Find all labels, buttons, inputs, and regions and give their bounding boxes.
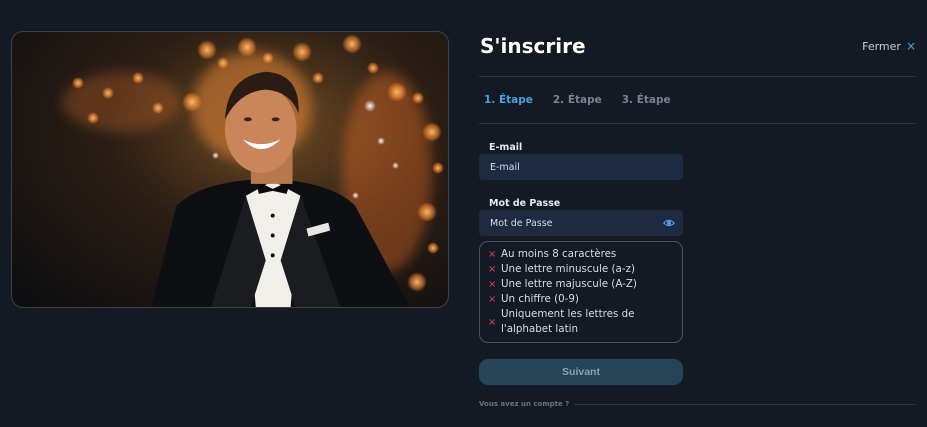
rule-text: Une lettre minuscule (a-z) bbox=[501, 263, 635, 275]
man-in-tuxedo-illustration bbox=[151, 71, 410, 307]
close-button[interactable]: Fermer × bbox=[862, 39, 916, 53]
rule-text: Un chiffre (0-9) bbox=[501, 293, 579, 305]
rule-fail-icon: × bbox=[488, 279, 497, 290]
rule-item: × Au moins 8 caractères bbox=[488, 247, 674, 262]
rule-text: Une lettre majuscule (A-Z) bbox=[501, 278, 637, 290]
rule-item: × Un chiffre (0-9) bbox=[488, 292, 674, 307]
password-requirements: × Au moins 8 caractères × Une lettre min… bbox=[479, 241, 683, 343]
hero-image bbox=[11, 31, 449, 308]
step-tabs: 1. Étape 2. Étape 3. Étape bbox=[484, 94, 671, 106]
password-placeholder: Mot de Passe bbox=[490, 217, 553, 229]
steps-divider bbox=[479, 123, 916, 124]
email-field[interactable]: E-mail bbox=[479, 154, 683, 180]
rule-item: × Uniquement les lettres de l'alphabet l… bbox=[488, 307, 674, 337]
rule-fail-icon: × bbox=[488, 294, 497, 305]
rule-fail-icon: × bbox=[488, 249, 497, 260]
close-icon: × bbox=[905, 39, 916, 53]
page-title: S'inscrire bbox=[480, 34, 586, 58]
login-prompt-text: Vous avez un compte ? bbox=[479, 400, 570, 408]
tab-step-1[interactable]: 1. Étape bbox=[484, 94, 533, 106]
eye-icon[interactable] bbox=[663, 217, 675, 229]
rule-fail-icon: × bbox=[488, 316, 497, 328]
rule-fail-icon: × bbox=[488, 264, 497, 275]
email-placeholder: E-mail bbox=[490, 161, 520, 173]
rule-text: Au moins 8 caractères bbox=[501, 248, 617, 260]
close-label: Fermer bbox=[862, 39, 901, 53]
email-label: E-mail bbox=[489, 142, 523, 153]
password-label: Mot de Passe bbox=[489, 198, 561, 209]
login-prompt[interactable]: Vous avez un compte ? bbox=[479, 400, 569, 408]
rule-item: × Une lettre minuscule (a-z) bbox=[488, 262, 674, 277]
tab-step-2[interactable]: 2. Étape bbox=[553, 94, 602, 106]
header-divider bbox=[479, 76, 916, 77]
login-divider bbox=[574, 404, 916, 405]
password-field[interactable]: Mot de Passe bbox=[479, 210, 683, 236]
tab-step-3[interactable]: 3. Étape bbox=[622, 94, 671, 106]
next-button[interactable]: Suivant bbox=[479, 359, 683, 385]
rule-text: Uniquement les lettres de l'alphabet lat… bbox=[501, 308, 635, 335]
rule-item: × Une lettre majuscule (A-Z) bbox=[488, 277, 674, 292]
